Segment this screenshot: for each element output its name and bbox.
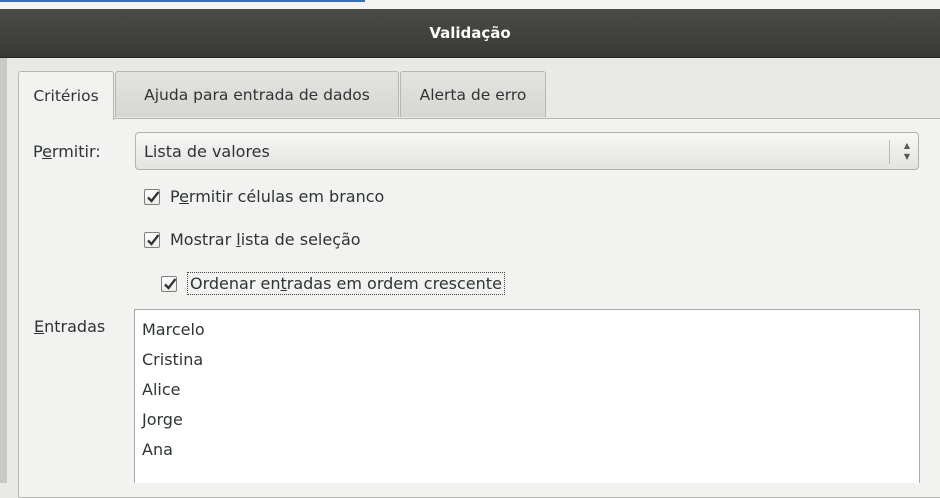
list-item: Marcelo xyxy=(142,320,205,339)
tab-alerta-de-erro[interactable]: Alerta de erro xyxy=(400,71,546,117)
tab-ajuda-entrada-dados[interactable]: Ajuda para entrada de dados xyxy=(115,71,399,117)
dialog-left-border xyxy=(0,58,7,483)
allow-empty-cells-checkbox[interactable]: Permitir células em branco xyxy=(144,187,384,206)
allow-dropdown-value: Lista de valores xyxy=(144,142,270,161)
checkbox-checked-icon xyxy=(144,188,160,205)
tab-label: Critérios xyxy=(33,87,99,105)
tab-criterios[interactable]: Critérios xyxy=(18,71,114,120)
entries-label: Entradas xyxy=(34,317,106,336)
tab-label: Alerta de erro xyxy=(419,85,527,104)
checkbox-checked-icon xyxy=(161,275,177,292)
list-item: Ana xyxy=(142,440,173,459)
checkbox-label: Mostrar lista de seleção xyxy=(170,230,361,249)
dropdown-separator xyxy=(889,140,890,164)
tab-label: Ajuda para entrada de dados xyxy=(144,85,370,104)
list-item: Jorge xyxy=(142,410,183,429)
allow-label: Permitir: xyxy=(33,142,101,161)
checkbox-checked-icon xyxy=(144,231,160,248)
sort-ascending-checkbox[interactable]: Ordenar entradas em ordem crescente xyxy=(161,272,505,295)
list-item: Alice xyxy=(142,380,181,399)
dropdown-arrows-icon: ▲ ▼ xyxy=(903,141,910,161)
dialog-title: Validação xyxy=(429,24,511,42)
list-item: Cristina xyxy=(142,350,204,369)
dialog-titlebar[interactable]: Validação xyxy=(0,9,940,58)
show-selection-list-checkbox[interactable]: Mostrar lista de seleção xyxy=(144,230,361,249)
checkbox-label: Permitir células em branco xyxy=(170,187,385,206)
allow-dropdown[interactable]: Lista de valores ▲ ▼ xyxy=(135,132,919,170)
background-selection-highlight xyxy=(0,0,365,2)
checkbox-label: Ordenar entradas em ordem crescente xyxy=(187,272,505,295)
entries-textarea[interactable]: Marcelo Cristina Alice Jorge Ana xyxy=(134,309,920,483)
